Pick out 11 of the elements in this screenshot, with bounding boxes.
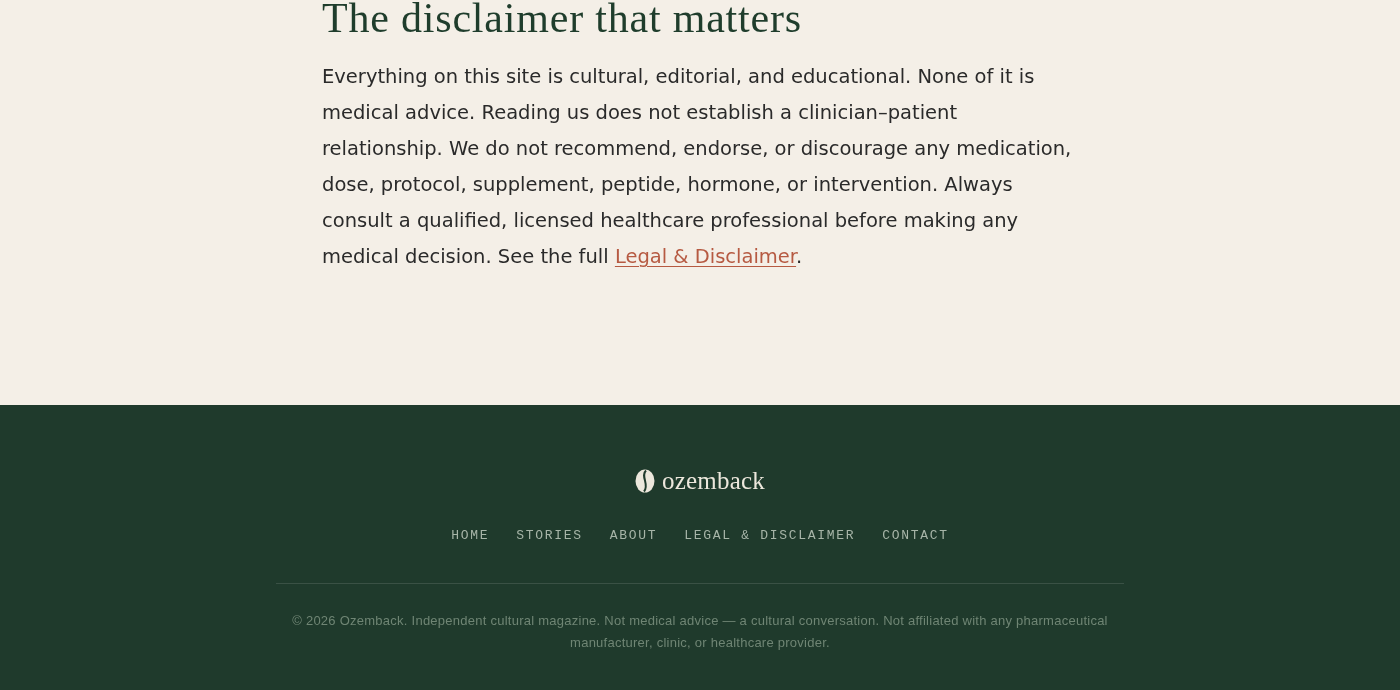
footer-nav-link[interactable]: CONTACT — [882, 528, 949, 544]
section-heading: The disclaimer that matters — [322, 0, 803, 37]
logo-icon[interactable] — [635, 469, 656, 493]
footer-nav-link[interactable]: HOME — [451, 528, 490, 544]
brand-name[interactable]: ozemback — [662, 467, 765, 495]
copyright-text: © 2026 Ozemback. Independent cultural magazine. Not medical advice — a cultural conversation. Not affiliated with any pharmaceutical manufacturer, clinic, or healthcare provider. — [291, 612, 1109, 652]
footer-nav-link[interactable]: ABOUT — [609, 528, 658, 544]
legal-disclaimer-link[interactable]: Legal & Disclaimer — [614, 245, 797, 269]
disclaimer-paragraph: Everything on this site is cultural, editorial, and educational. None of it is medical advice. Reading us does not establish a clinician–patient relationship. We do not recommend, endorse, or discourage any medication, dose, protocol, supplement, peptide, hormone, or intervention. Always consult a qualified, licensed healthcare professional before making any medical decision. See the full Legal & Disclaimer. — [322, 64, 1073, 271]
footer-nav-link[interactable]: STORIES — [516, 528, 583, 544]
footer-nav-link[interactable]: LEGAL & DISCLAIMER — [684, 528, 856, 544]
